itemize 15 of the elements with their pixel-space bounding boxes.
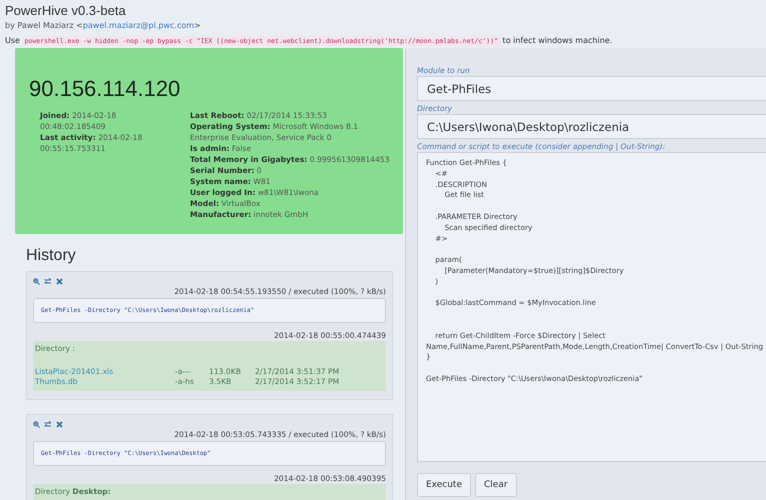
- close-icon[interactable]: [56, 421, 63, 428]
- directory-field[interactable]: C:\Users\Iwona\Desktop\rozliczenia: [417, 114, 766, 139]
- zoom-icon[interactable]: [33, 278, 40, 285]
- swap-icon[interactable]: [44, 278, 52, 285]
- module-field[interactable]: Get-PhFiles: [417, 76, 766, 101]
- ip-address: 90.156.114.120: [29, 76, 182, 102]
- history-heading: History: [26, 247, 77, 265]
- email-link[interactable]: pawel.maziarz@pl.pwc.com: [82, 21, 194, 30]
- close-icon[interactable]: [56, 278, 63, 285]
- author-line: by Pawel Maziarz <pawel.maziarz@pl.pwc.com>: [5, 20, 202, 32]
- action-button[interactable]: Clear: [475, 473, 517, 497]
- swap-icon[interactable]: [44, 421, 52, 428]
- app-title: PowerHive v0.3-beta: [5, 3, 126, 19]
- action-button[interactable]: Execute: [417, 473, 471, 497]
- zoom-icon[interactable]: [33, 421, 40, 428]
